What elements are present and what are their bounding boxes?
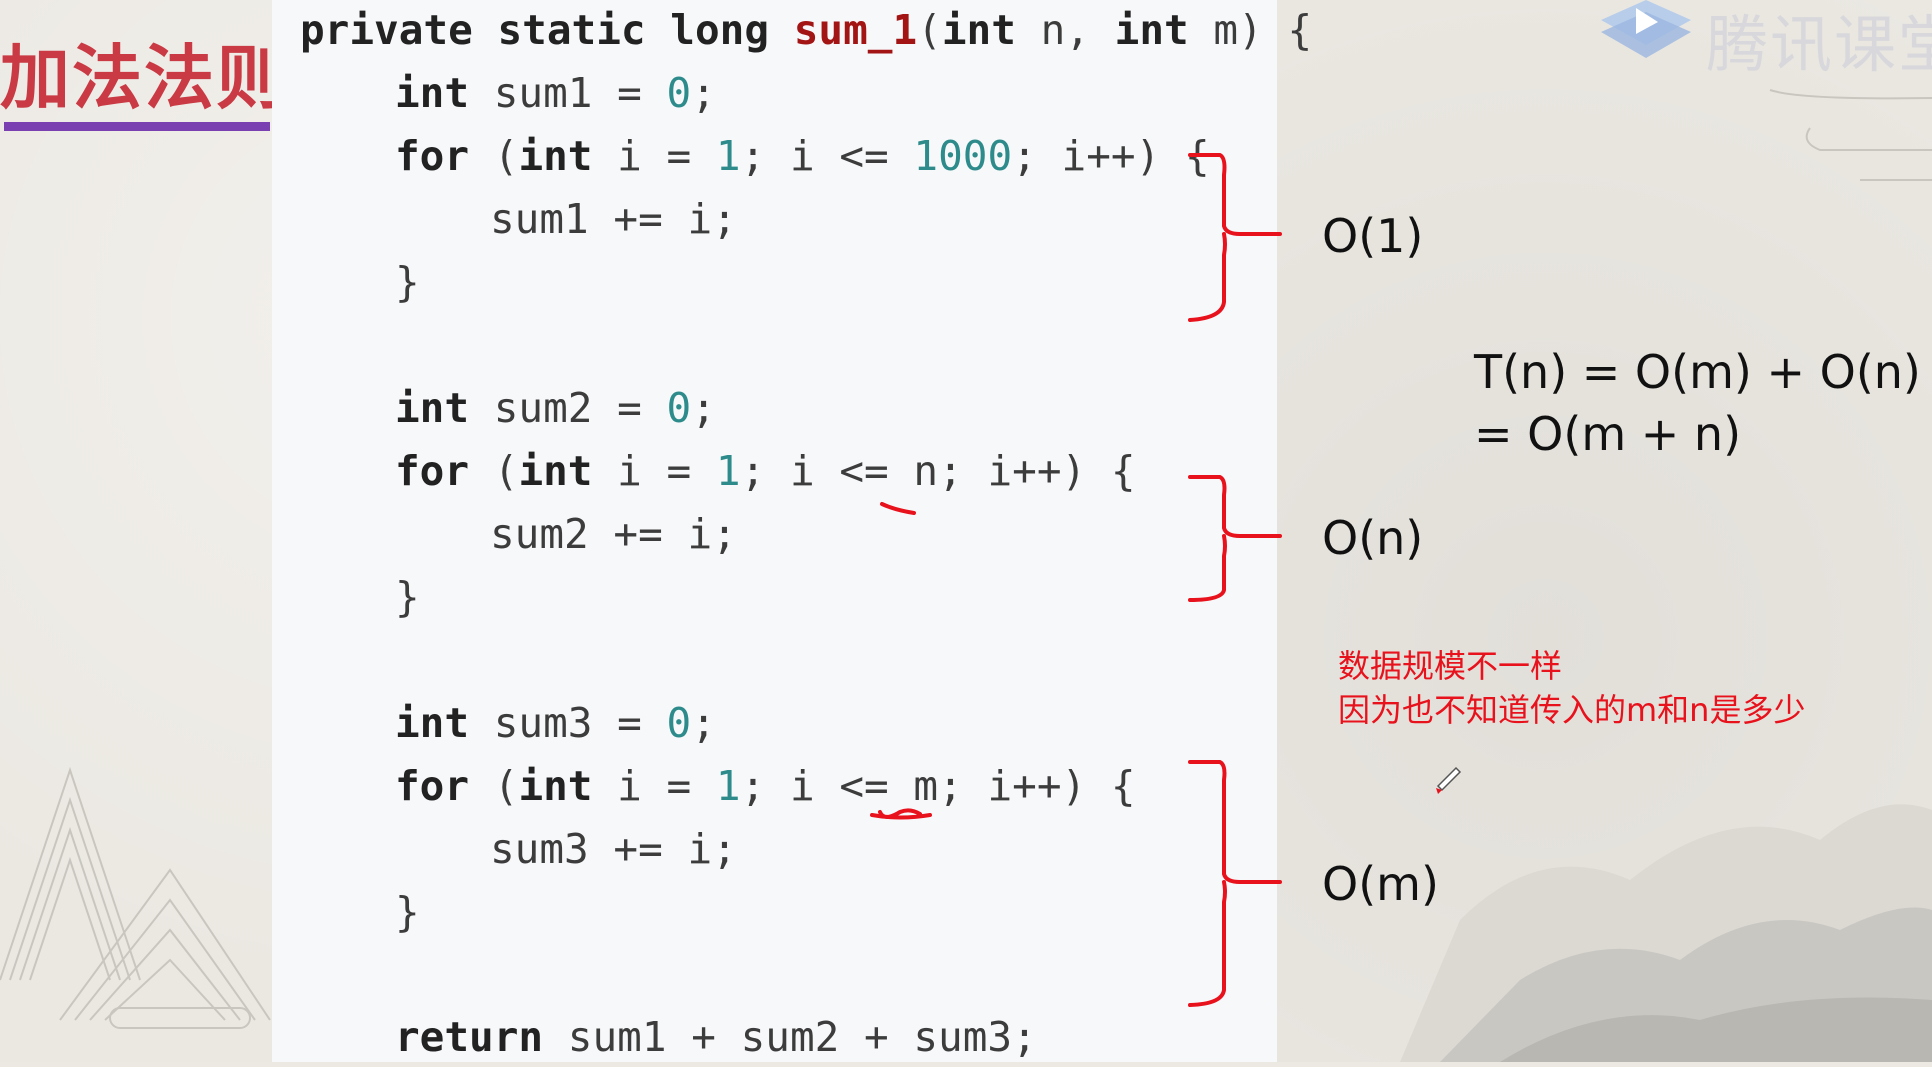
code-line-6: int sum2 = 0; [395,384,716,432]
formula-line-2: = O(m + n) [1474,407,1742,461]
title-underline [4,122,270,131]
code-line-4: sum1 += i; [490,195,737,243]
logo-text: 腾讯课堂 [1706,8,1932,81]
section-title: 加法法则 [0,36,288,119]
code-line-2: int sum1 = 0; [395,69,716,117]
code-line-11: for (int i = 1; i <= m; i++) { [395,762,1136,810]
complexity-label-o1: O(1) [1322,209,1424,263]
code-line-12: sum3 += i; [490,825,737,873]
code-line-7: for (int i = 1; i <= n; i++) { [395,447,1136,495]
code-line-13: } [395,888,420,936]
note-line-2: 因为也不知道传入的m和n是多少 [1338,691,1806,729]
code-line-14: return sum1 + sum2 + sum3; [395,1013,1037,1061]
code-line-10: int sum3 = 0; [395,699,716,747]
code-line-9: } [395,573,420,621]
code-line-8: sum2 += i; [490,510,737,558]
formula-line-1: T(n) = O(m) + O(n) [1474,345,1921,399]
play-triangle-icon [1601,0,1691,58]
note-line-1: 数据规模不一样 [1338,647,1563,685]
complexity-label-om: O(m) [1322,857,1439,911]
complexity-label-on: O(n) [1322,511,1424,565]
code-line-5: } [395,258,420,306]
code-line-1: private static long sum_1(int n, int m) … [300,6,1313,54]
code-line-3: for (int i = 1; i <= 1000; i++) { [395,132,1210,180]
